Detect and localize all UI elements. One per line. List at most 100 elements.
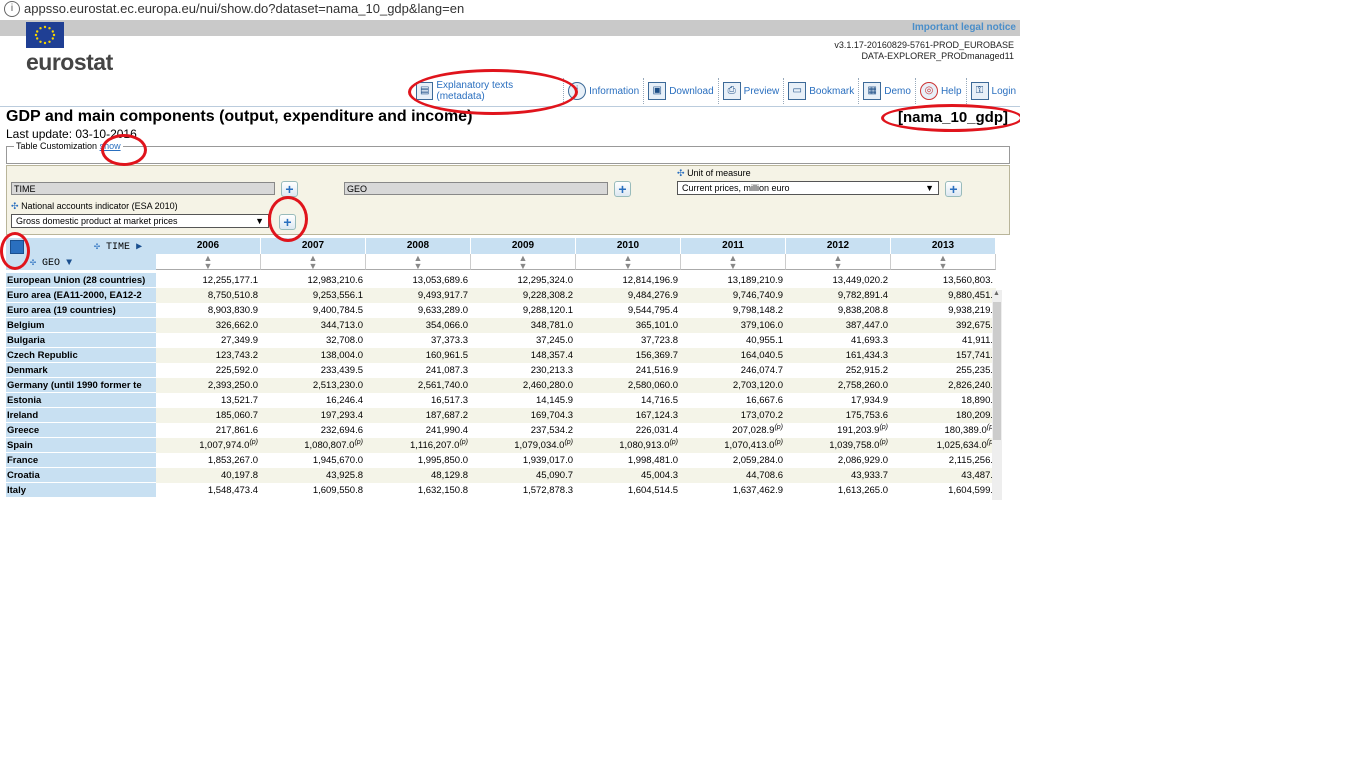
sort-icon[interactable]: ▲ ▼ [681,254,786,271]
year-header[interactable]: 2010 [576,238,681,254]
year-header[interactable]: 2007 [261,238,366,254]
table-cell: 9,493,917.7 [366,288,471,303]
download-button[interactable]: ▣ Download [644,78,719,104]
year-header[interactable]: 2013 [891,238,996,254]
year-header[interactable]: 2008 [366,238,471,254]
row-label[interactable]: France [6,453,156,468]
geo-expand-button[interactable]: + [614,181,631,197]
bookmark-button[interactable]: ▭ Bookmark [784,78,860,104]
sort-icon[interactable]: ▲ ▼ [471,254,576,271]
cell-value: 225,592.0 [215,365,258,376]
time-expand-button[interactable]: + [281,181,298,197]
table-cell: 12,814,196.9 [576,273,681,288]
table-row: Spain 1,007,974.0(p) 1,080,807.0(p) 1,116,2… [6,438,998,453]
row-label[interactable]: Bulgaria [6,333,156,348]
scroll-up-icon[interactable]: ▲ [993,290,1000,297]
eurostat-logo[interactable]: eurostat [26,49,113,76]
year-header[interactable]: 2012 [786,238,891,254]
provisional-flag: (p) [354,438,363,446]
cell-value: 1,995,850.0 [417,455,468,466]
table-cell: 246,074.7 [681,363,786,378]
corner-geo-axis[interactable]: ✣ GEO ▼ [30,257,72,269]
row-label[interactable]: Euro area (EA11-2000, EA12-2 [6,288,156,303]
year-header[interactable]: 2009 [471,238,576,254]
table-cell: 12,983,210.6 [261,273,366,288]
time-dimension-box[interactable]: TIME [11,182,275,195]
cell-value: 43,487. [961,470,993,481]
move-icon[interactable]: ✣ [11,201,19,211]
year-header[interactable]: 2006 [156,238,261,254]
table-cell: 48,129.8 [366,468,471,483]
url-text[interactable]: appsso.eurostat.ec.europa.eu/nui/show.do… [24,1,464,16]
row-label[interactable]: Denmark [6,363,156,378]
cell-value: 13,560,803. [942,275,993,286]
year-header[interactable]: 2011 [681,238,786,254]
arrow-down-icon: ▼ [66,258,73,269]
browser-address-bar[interactable]: i appsso.eurostat.ec.europa.eu/nui/show.… [0,0,1366,20]
row-label[interactable]: Spain [6,438,156,453]
row-label[interactable]: Italy [6,483,156,498]
sort-icon[interactable]: ▲ ▼ [786,254,891,271]
row-label[interactable]: Croatia [6,468,156,483]
move-icon[interactable]: ✣ [677,168,685,178]
cell-value: 217,861.6 [215,425,258,436]
table-cell: 326,662.0 [156,318,261,333]
preview-button[interactable]: ⎙ Preview [719,78,785,104]
sort-icon[interactable]: ▲ ▼ [261,254,366,271]
login-button[interactable]: ⚿ Login [967,78,1020,104]
demo-button[interactable]: ▦ Demo [859,78,916,104]
unit-select[interactable]: Current prices, million euro ▼ [677,181,939,195]
table-cell: 1,080,913.0(p) [576,438,681,453]
table-cell: 2,703,120.0 [681,378,786,393]
table-cell: 180,389.0(p [891,423,996,438]
sort-icon[interactable]: ▲ ▼ [576,254,681,271]
table-row: Euro area (19 countries) 8,903,830.9 9,400… [6,303,998,318]
table-cell: 379,106.0 [681,318,786,333]
row-label[interactable]: Belgium [6,318,156,333]
legal-notice-link[interactable]: Important legal notice [912,22,1016,33]
top-strip: Important legal notice [0,20,1020,36]
geo-dimension-box[interactable]: GEO [344,182,608,195]
row-label[interactable]: Germany (until 1990 former te [6,378,156,393]
row-label[interactable]: Greece [6,423,156,438]
help-button[interactable]: ◎ Help [916,78,967,104]
table-cell: 255,235. [891,363,996,378]
row-label[interactable]: Euro area (19 countries) [6,303,156,318]
row-label[interactable]: Ireland [6,408,156,423]
table-cell: 1,025,634.0(p [891,438,996,453]
cell-value: 148,357.4 [530,350,573,361]
site-info-icon[interactable]: i [4,1,20,17]
table-cell: 1,609,550.8 [261,483,366,498]
indicator-selected-value: Gross domestic product at market prices [16,216,178,226]
vertical-scrollbar[interactable]: ▲ [992,290,1002,500]
indicator-select[interactable]: Gross domestic product at market prices ▼ [11,214,269,228]
row-label[interactable]: Estonia [6,393,156,408]
cell-value: 241,087.3 [425,365,468,376]
cell-value: 2,393,250.0 [207,380,258,391]
cell-value: 1,604,599. [948,485,993,496]
table-cell: 32,708.0 [261,333,366,348]
sort-icon[interactable]: ▲ ▼ [156,254,261,271]
corner-time-axis[interactable]: ✣ TIME ▶ [94,241,142,253]
table-cell: 344,713.0 [261,318,366,333]
unit-expand-button[interactable]: + [945,181,962,197]
cell-value: 44,708.6 [746,470,783,481]
lifebuoy-icon: ◎ [919,82,938,100]
scroll-thumb[interactable] [993,302,1001,440]
row-label[interactable]: Czech Republic [6,348,156,363]
cell-value: 9,782,891.4 [837,290,888,301]
table-cell: 14,716.5 [576,393,681,408]
table-cell: 9,288,120.1 [471,303,576,318]
folder-icon: ▭ [788,82,807,100]
sort-icon[interactable]: ▲ ▼ [891,254,996,271]
cell-value: 2,513,230.0 [312,380,363,391]
unit-selected-value: Current prices, million euro [682,183,790,193]
help-label: Help [940,85,962,97]
cell-value: 123,743.2 [215,350,258,361]
sort-icon[interactable]: ▲ ▼ [366,254,471,271]
cell-value: 2,086,929.0 [837,455,888,466]
cell-value: 1,025,634.0 [936,440,987,451]
cell-value: 17,934.9 [851,395,888,406]
dimension-panel: TIME + GEO + ✣ Unit of measure Current p… [6,165,1010,235]
row-label[interactable]: European Union (28 countries) [6,273,156,288]
